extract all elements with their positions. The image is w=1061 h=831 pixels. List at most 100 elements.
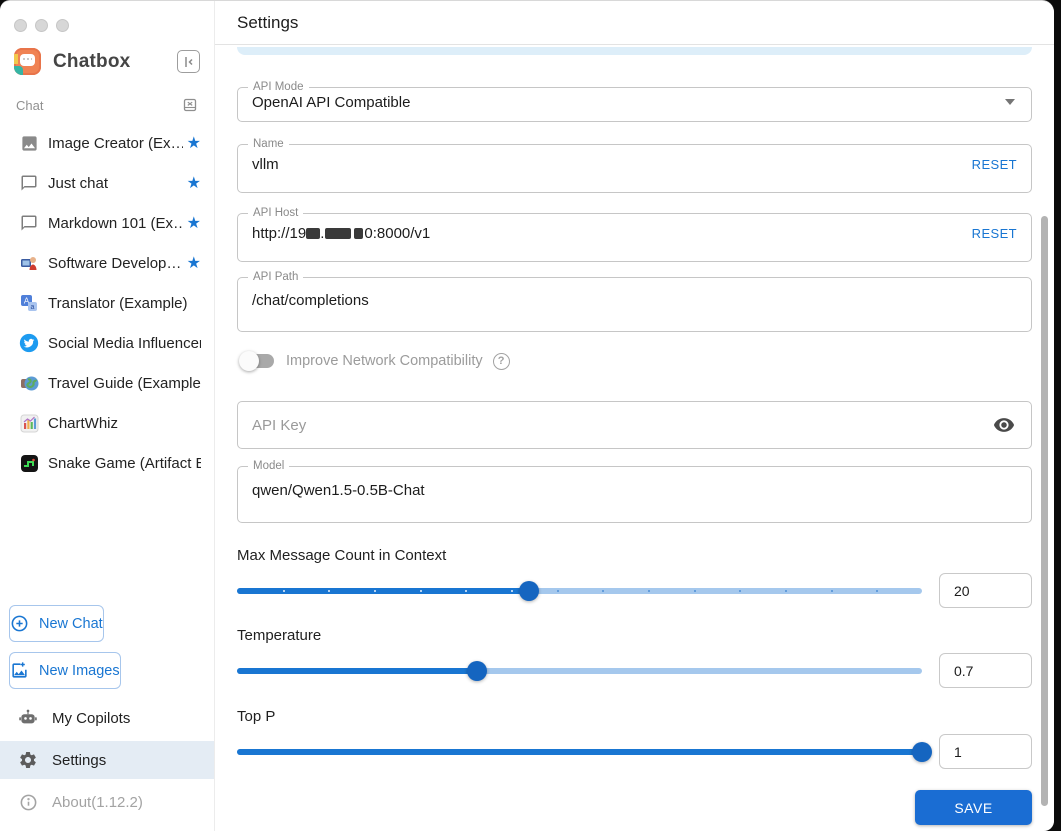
top-p-slider[interactable] (237, 734, 932, 769)
chat-item-label: Translator (Example) (48, 294, 188, 312)
save-row: SAVE (237, 790, 1032, 825)
settings-header: Settings (215, 1, 1054, 45)
globe-emoji-icon (18, 372, 40, 394)
api-key-input[interactable] (252, 416, 989, 434)
api-path-field: API Path (237, 271, 1032, 332)
chatbox-logo-icon (14, 48, 41, 75)
temperature-slider[interactable] (237, 653, 922, 688)
slider-thumb[interactable] (912, 741, 932, 762)
sidebar-item-about[interactable]: About(1.12.2) (0, 783, 214, 821)
api-host-value[interactable]: http://19. 0:8000/v1 (252, 225, 430, 242)
sidebar-item-my-copilots[interactable]: My Copilots (0, 699, 214, 737)
new-chat-button[interactable]: New Chat (9, 605, 104, 642)
star-icon[interactable]: ★ (187, 133, 201, 153)
chat-bubble-icon (18, 212, 40, 234)
star-icon[interactable]: ★ (187, 173, 201, 193)
api-host-reset-button[interactable]: RESET (972, 226, 1017, 241)
star-icon[interactable]: ★ (187, 213, 201, 233)
api-mode-value: OpenAI API Compatible (252, 93, 411, 111)
chat-item-label: Software Develop… (48, 254, 182, 272)
top-p-row (237, 734, 1032, 769)
new-images-label: New Images (39, 662, 120, 679)
network-compatibility-row: Improve Network Compatibility ? (239, 349, 1032, 373)
sidebar-bottom: New Chat New Images My Copilots Settings (0, 605, 214, 831)
chat-item-label: Snake Game (Artifact E… (48, 454, 201, 472)
chat-item-label: Image Creator (Ex… (48, 134, 183, 152)
app-title: Chatbox (53, 50, 131, 72)
scrollbar[interactable] (1041, 216, 1048, 806)
chat-item-translator[interactable]: Aa Translator (Example) (0, 283, 214, 323)
chat-item-chartwhiz[interactable]: ChartWhiz (0, 403, 214, 443)
api-key-field (237, 401, 1032, 449)
image-plus-icon (10, 661, 29, 680)
slider-thumb[interactable] (518, 580, 539, 601)
model-input[interactable] (252, 481, 1017, 499)
save-button[interactable]: SAVE (915, 790, 1032, 825)
chat-list: Image Creator (Ex… ★ Just chat ★ Markdow… (0, 119, 214, 483)
image-icon (18, 132, 40, 154)
slider-thumb[interactable] (466, 660, 487, 681)
star-icon[interactable]: ★ (187, 253, 201, 273)
chat-item-image-creator[interactable]: Image Creator (Ex… ★ (0, 123, 214, 163)
chat-item-label: ChartWhiz (48, 414, 119, 432)
max-message-count-slider[interactable] (237, 573, 922, 608)
chat-item-label: Just chat (48, 174, 109, 192)
zoom-window-button[interactable] (56, 19, 69, 32)
clear-chats-icon[interactable] (182, 97, 198, 113)
network-compatibility-toggle[interactable] (239, 351, 276, 371)
scrolled-banner-remnant (237, 47, 1032, 55)
redaction-block (354, 228, 364, 240)
chat-section-label: Chat (16, 97, 44, 113)
chat-item-label: Social Media Influencer … (48, 334, 201, 352)
plus-circle-icon (10, 614, 29, 633)
max-message-count-label: Max Message Count in Context (237, 547, 447, 564)
brand-row: Chatbox (0, 32, 214, 75)
help-icon[interactable]: ? (492, 352, 510, 370)
chat-item-travel-guide[interactable]: Travel Guide (Example) (0, 363, 214, 403)
chat-item-social-media-influencer[interactable]: Social Media Influencer … (0, 323, 214, 363)
redaction-block (306, 228, 321, 240)
chat-section-header: Chat (0, 75, 214, 119)
temperature-row (237, 653, 1032, 688)
temperature-input[interactable] (940, 662, 1031, 679)
chat-bubble-icon (18, 172, 40, 194)
name-reset-button[interactable]: RESET (972, 157, 1017, 172)
collapse-sidebar-icon[interactable] (177, 50, 200, 73)
about-label: About(1.12.2) (52, 793, 143, 811)
chat-item-software-developer[interactable]: Software Develop… ★ (0, 243, 214, 283)
gear-icon (18, 750, 38, 770)
api-path-label: API Path (253, 271, 299, 283)
settings-panel: Settings API Mode OpenAI API Compatible … (215, 1, 1054, 831)
api-path-input[interactable] (252, 291, 1017, 309)
new-images-button[interactable]: New Images (9, 652, 121, 689)
name-input[interactable] (252, 155, 972, 173)
close-window-button[interactable] (14, 19, 27, 32)
settings-form: API Mode OpenAI API Compatible Name RESE… (215, 45, 1054, 831)
page-title: Settings (237, 12, 299, 32)
api-mode-label: API Mode (253, 81, 304, 93)
top-p-input[interactable] (940, 743, 1031, 760)
chat-item-just-chat[interactable]: Just chat ★ (0, 163, 214, 203)
software-developer-emoji-icon (18, 252, 40, 274)
minimize-window-button[interactable] (35, 19, 48, 32)
model-field: Model (237, 460, 1032, 523)
temperature-label: Temperature (237, 627, 322, 644)
sidebar: Chatbox Chat Image Creator (Ex… ★ Just c… (0, 1, 215, 831)
chat-item-snake-game[interactable]: Snake Game (Artifact E… (0, 443, 214, 483)
chat-item-label: Travel Guide (Example) (48, 374, 201, 392)
chat-item-markdown-101[interactable]: Markdown 101 (Ex… ★ (0, 203, 214, 243)
name-field: Name RESET (237, 138, 1032, 193)
show-password-icon[interactable] (989, 410, 1019, 440)
api-mode-select[interactable]: API Mode OpenAI API Compatible (237, 81, 1032, 122)
my-copilots-label: My Copilots (52, 709, 131, 727)
chevron-down-icon (1005, 99, 1015, 105)
api-host-field: API Host http://19. 0:8000/v1 RESET (237, 207, 1032, 262)
model-field-label: Model (253, 460, 285, 472)
robot-icon (18, 708, 38, 728)
max-message-count-input[interactable] (940, 582, 1031, 599)
twitter-bird-icon (18, 332, 40, 354)
bar-chart-emoji-icon (18, 412, 40, 434)
sidebar-item-settings[interactable]: Settings (0, 741, 214, 779)
svg-text:a: a (31, 304, 35, 311)
max-message-count-row (237, 573, 1032, 608)
